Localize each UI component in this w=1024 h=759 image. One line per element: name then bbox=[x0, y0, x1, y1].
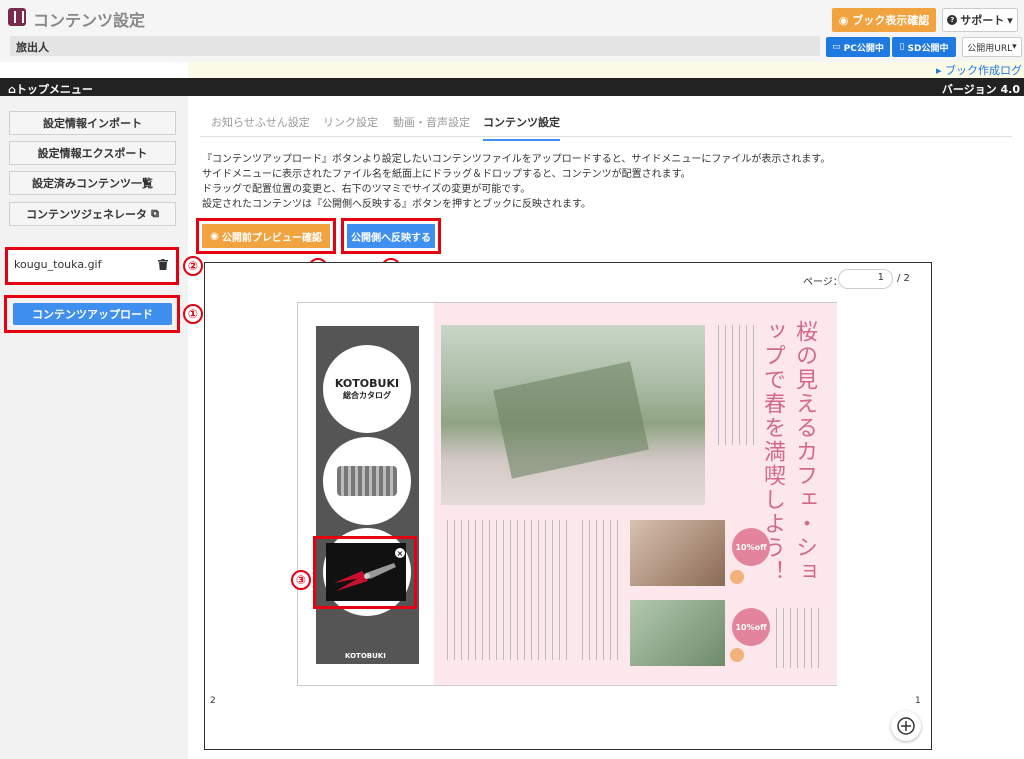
caret-down-icon: ▾ bbox=[1012, 42, 1017, 52]
public-url-dropdown[interactable]: 公開用URL ▾ bbox=[962, 37, 1022, 57]
page-title: コンテンツ設定 bbox=[33, 11, 146, 30]
tab-links[interactable]: リンク設定 bbox=[323, 114, 378, 130]
description-line-3: ドラッグで配置位置の変更と、右下のツマミでサイズの変更が可能です。 bbox=[202, 184, 531, 195]
person-icon bbox=[730, 570, 744, 584]
page-label: ページ： bbox=[803, 277, 843, 288]
version-label: バージョン 4.0 bbox=[941, 83, 1020, 96]
article-title: 桜の見えるカフェ・ショップで春を満喫しよう！ bbox=[760, 320, 817, 584]
eye-icon: ◉ bbox=[838, 13, 849, 27]
discount-badge-1: 10%off bbox=[732, 528, 770, 566]
footer-logo: KOTOBUKI bbox=[345, 652, 386, 660]
description-line-4: 設定されたコンテンツは『公開側へ反映する』ボタンを押すとブックに反映されます。 bbox=[202, 199, 591, 210]
monitor-icon: ▭ bbox=[832, 42, 841, 52]
discount-badge-2: 10%off bbox=[732, 608, 770, 646]
catalog-label: 総合カタログ bbox=[343, 391, 391, 400]
trash-icon[interactable] bbox=[158, 259, 168, 270]
tab-sticky-notes[interactable]: お知らせふせん設定 bbox=[211, 114, 310, 130]
book-preview-button[interactable]: ◉ ブック表示確認 bbox=[832, 8, 936, 32]
triangle-right-icon: ▸ bbox=[935, 64, 945, 77]
content-list-button[interactable]: 設定済みコンテンツ一覧 bbox=[9, 171, 176, 195]
page-number-input[interactable]: 1 bbox=[838, 269, 893, 289]
support-dropdown[interactable]: ? サポート ▾ bbox=[942, 8, 1018, 32]
description-line-2: サイドメニューに表示されたファイル名を紙面上にドラッグ＆ドロップすると、コンテン… bbox=[202, 169, 691, 180]
pre-publish-preview-button[interactable]: ◉ 公開前プレビュー確認 bbox=[202, 224, 330, 248]
caret-down-icon: ▾ bbox=[1007, 13, 1013, 27]
description-line-1: 『コンテンツアップロード』ボタンより設定したいコンテンツファイルをアップロードす… bbox=[202, 154, 831, 165]
annotation-2: ② bbox=[183, 256, 203, 276]
help-icon: ? bbox=[947, 15, 958, 25]
smartphone-icon: ▯ bbox=[899, 42, 905, 52]
tab-divider bbox=[200, 136, 1012, 137]
external-link-icon: ⧉ bbox=[151, 207, 159, 220]
placed-content-image[interactable] bbox=[326, 543, 406, 601]
annotation-3: ③ bbox=[291, 570, 311, 590]
person-icon bbox=[730, 648, 744, 662]
left-page-number: 2 bbox=[210, 696, 216, 706]
cherry-blossom-photo bbox=[441, 325, 705, 505]
pliers-image bbox=[334, 563, 396, 591]
page-total: / 2 bbox=[897, 273, 910, 284]
kotobuki-logo: KOTOBUKI bbox=[334, 377, 400, 390]
right-page-number: 1 bbox=[915, 696, 921, 706]
home-icon: ⌂ bbox=[8, 83, 16, 96]
eye-icon: ◉ bbox=[210, 230, 219, 242]
remove-content-icon[interactable]: × bbox=[395, 548, 405, 558]
nav-bar: ⌂トップメニュー バージョン 4.0 bbox=[0, 78, 1024, 96]
content-generator-button[interactable]: コンテンツジェネレータ ⧉ bbox=[9, 202, 176, 226]
publish-button[interactable]: 公開側へ反映する bbox=[347, 224, 435, 248]
shop-info-text bbox=[770, 608, 820, 668]
export-settings-button[interactable]: 設定情報エクスポート bbox=[9, 141, 176, 165]
annotation-1: ① bbox=[183, 304, 203, 324]
zoom-in-button[interactable] bbox=[891, 711, 921, 741]
sidebar bbox=[0, 96, 188, 759]
pc-status-button[interactable]: ▭ PC公開中 bbox=[826, 37, 890, 57]
book-create-log-link[interactable]: ▸ ブック作成ログ bbox=[936, 62, 1022, 78]
cafe-photo-2 bbox=[630, 600, 725, 666]
import-settings-button[interactable]: 設定情報インポート bbox=[9, 111, 176, 135]
article-body-2 bbox=[576, 520, 624, 660]
catalog-logo-circle: KOTOBUKI 総合カタログ bbox=[323, 345, 411, 433]
top-menu-link[interactable]: ⌂トップメニュー bbox=[8, 81, 93, 97]
drill-bits-image bbox=[337, 466, 397, 496]
intro-text bbox=[712, 325, 756, 445]
sd-status-button[interactable]: ▯ SD公開中 bbox=[892, 37, 956, 57]
app-logo-icon bbox=[8, 8, 26, 26]
content-upload-button[interactable]: コンテンツアップロード bbox=[13, 303, 172, 325]
tab-video-audio[interactable]: 動画・音声設定 bbox=[393, 114, 470, 130]
article-body-1 bbox=[441, 520, 571, 660]
publisher-name: 旅出人 bbox=[10, 36, 820, 56]
cafe-photo-1 bbox=[630, 520, 725, 586]
product-circle bbox=[323, 437, 411, 525]
log-strip bbox=[188, 62, 1024, 78]
plus-circle-icon bbox=[897, 717, 915, 735]
uploaded-file-name[interactable]: kougu_touka.gif bbox=[14, 258, 101, 271]
